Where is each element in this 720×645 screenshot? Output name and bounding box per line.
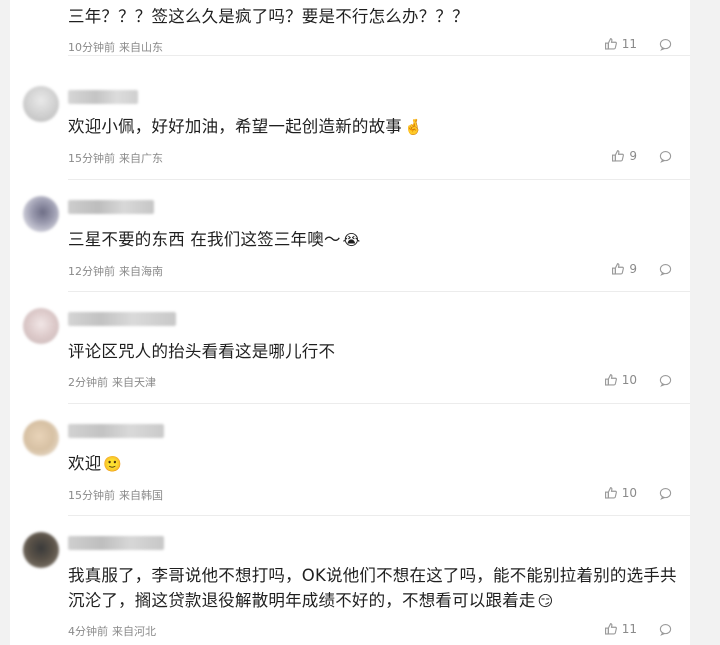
avatar[interactable] [23,196,59,232]
comment-location: 来自山东 [119,41,163,54]
like-count: 11 [621,622,637,636]
reply-button[interactable] [659,374,672,387]
emoji-icon: 😭 [342,231,361,249]
like-count: 9 [629,262,637,276]
like-count: 10 [621,373,637,387]
username-blurred[interactable] [68,424,164,438]
comment-bubble-icon [659,150,672,163]
like-button[interactable]: 10 [604,373,637,387]
like-button[interactable]: 10 [604,486,637,500]
reply-button[interactable] [659,263,672,276]
like-count: 9 [629,149,637,163]
comment-text-body: 欢迎 [68,454,102,473]
comment-bubble-icon [659,623,672,636]
like-button[interactable]: 11 [604,622,637,636]
comment-item: 三星不要的东西 在我们这签三年噢～ 😭 12分钟前 来自海南 9 [10,180,690,292]
comment-time: 10分钟前 [68,41,115,54]
comment-location: 来自天津 [112,376,156,389]
reply-button[interactable] [659,487,672,500]
comment-item: 评论区咒人的抬头看看这是哪儿行不 2分钟前 来自天津 10 [10,292,690,404]
comment-meta: 10分钟前 来自山东 [68,39,163,55]
comment-meta: 12分钟前 来自海南 [68,263,163,279]
avatar[interactable] [23,308,59,344]
comment-actions: 11 [604,37,672,51]
username-blurred[interactable] [68,312,176,326]
avatar[interactable] [23,420,59,456]
comment-time: 15分钟前 [68,152,115,165]
comment-meta: 15分钟前 来自广东 [68,150,163,166]
comment-text-body: 三年？？？签这么久是疯了吗？要是不行怎么办？？？ [68,7,469,26]
comment-time: 2分钟前 [68,376,108,389]
comment-bubble-icon [659,487,672,500]
comment-meta: 4分钟前 来自河北 [68,623,156,639]
thumbs-up-icon [604,623,617,635]
comment-meta: 2分钟前 来自天津 [68,374,156,390]
comment-actions: 10 [604,373,672,387]
username-blurred[interactable] [68,536,164,550]
thumbs-up-icon [604,38,617,50]
comment-item: 欢迎 🙂 15分钟前 来自韩国 10 [10,404,690,516]
comment-text: 欢迎 🙂 [68,451,678,477]
reply-button[interactable] [659,150,672,163]
comment-text: 三年？？？签这么久是疯了吗？要是不行怎么办？？？ [68,4,678,30]
emoji-icon: 🤞 [404,118,423,136]
comment-text: 评论区咒人的抬头看看这是哪儿行不 [68,339,678,365]
like-count: 10 [621,486,637,500]
comment-meta: 15分钟前 来自韩国 [68,487,163,503]
comment-bubble-icon [659,374,672,387]
comment-item: 欢迎小佩，好好加油，希望一起创造新的故事 🤞 15分钟前 来自广东 9 [10,70,690,180]
comment-text-body: 三星不要的东西 在我们这签三年噢～ [68,230,341,249]
like-button[interactable]: 9 [611,262,637,276]
comment-actions: 10 [604,486,672,500]
comment-feed: 三年？？？签这么久是疯了吗？要是不行怎么办？？？ 10分钟前 来自山东 11 欢迎… [10,0,690,645]
thumbs-up-icon [604,487,617,499]
avatar[interactable] [23,86,59,122]
emoji-icon: 😏 [537,592,554,610]
username-blurred[interactable] [68,90,138,104]
thumbs-up-icon [612,150,625,162]
comment-time: 12分钟前 [68,265,115,278]
username-blurred[interactable] [68,200,154,214]
comment-time: 4分钟前 [68,625,108,638]
comment-text-body: 评论区咒人的抬头看看这是哪儿行不 [68,342,336,361]
comment-location: 来自海南 [119,265,163,278]
comment-location: 来自广东 [119,152,163,165]
comment-text: 我真服了，李哥说他不想打吗，OK说他们不想在这了吗，能不能别拉着别的选手共沉沦了… [68,563,678,614]
comment-item: 三年？？？签这么久是疯了吗？要是不行怎么办？？？ 10分钟前 来自山东 11 [10,0,690,56]
like-button[interactable]: 9 [611,149,637,163]
comment-actions: 9 [611,149,672,163]
avatar[interactable] [23,532,59,568]
comment-actions: 11 [604,622,672,636]
comment-text: 欢迎小佩，好好加油，希望一起创造新的故事 🤞 [68,114,678,140]
comment-time: 15分钟前 [68,489,115,502]
like-count: 11 [621,37,637,51]
like-button[interactable]: 11 [604,37,637,51]
comment-text-body: 欢迎小佩，好好加油，希望一起创造新的故事 [68,117,402,136]
reply-button[interactable] [659,623,672,636]
divider [68,55,690,56]
comment-bubble-icon [659,38,672,51]
emoji-icon: 🙂 [103,455,123,473]
comment-location: 来自韩国 [119,489,163,502]
comment-item: 我真服了，李哥说他不想打吗，OK说他们不想在这了吗，能不能别拉着别的选手共沉沦了… [10,516,690,645]
comment-bubble-icon [659,263,672,276]
comment-actions: 9 [611,262,672,276]
thumbs-up-icon [604,374,617,386]
comment-text: 三星不要的东西 在我们这签三年噢～ 😭 [68,227,678,253]
reply-button[interactable] [659,38,672,51]
comment-location: 来自河北 [112,625,156,638]
comment-text-body: 我真服了，李哥说他不想打吗，OK说他们不想在这了吗，能不能别拉着别的选手共沉沦了… [68,566,677,610]
thumbs-up-icon [612,263,625,275]
